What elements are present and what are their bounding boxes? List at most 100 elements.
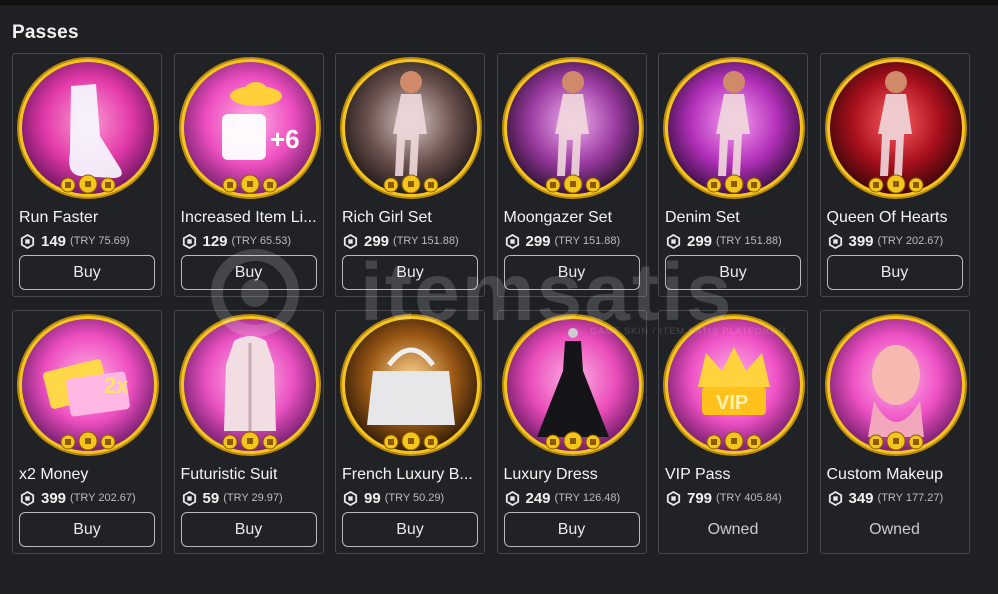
robux-icon-wrap [505,490,520,506]
buy-button[interactable]: Buy [19,512,155,547]
robux-icon-wrap [505,233,520,249]
pass-card[interactable]: Luxury Dress 249 (TRY 126.48) Buy [496,310,647,554]
svg-text:VIP: VIP [716,392,748,414]
pass-thumbnail[interactable] [339,313,483,457]
pass-name[interactable]: Custom Makeup [827,466,965,484]
robux-icon-wrap [666,233,681,249]
pass-card[interactable]: Rich Girl Set 299 (TRY 151.88) Buy [335,53,485,297]
buy-button[interactable]: Buy [342,512,478,547]
local-currency-price: (TRY 65.53) [231,235,292,247]
pass-name[interactable]: Moongazer Set [504,209,642,227]
pass-thumbnail[interactable]: +6 [178,56,322,200]
pass-name[interactable]: Increased Item Li... [181,209,319,227]
pass-name[interactable]: Futuristic Suit [181,466,319,484]
pass-card[interactable]: French Luxury B... 99 (TRY 50.29) Buy [335,310,485,554]
robux-icon [182,490,196,506]
robux-icon-wrap [666,490,681,506]
pass-name[interactable]: VIP Pass [665,466,803,484]
pass-thumbnail[interactable]: 2x [16,313,160,457]
robux-amount: 349 [848,489,874,507]
robux-amount: 149 [41,232,67,250]
local-currency-price: (TRY 202.67) [70,492,136,504]
pass-card[interactable]: Denim Set 299 (TRY 151.88) Buy [658,53,808,297]
pass-card[interactable]: VIP VIP Pass 799 (TRY 405.84) Owned [658,310,808,554]
pass-price: 299 (TRY 151.88) [666,232,782,250]
pass-price: 399 (TRY 202.67) [828,232,944,250]
vip-crown-icon: VIP [663,314,805,456]
pass-thumbnail[interactable] [178,313,322,457]
robux-icon-wrap [20,233,35,249]
robux-icon-wrap [182,233,197,249]
avatar-outfit-icon [663,57,805,199]
local-currency-price: (TRY 151.88) [554,235,621,247]
local-currency-price: (TRY 151.88) [716,235,782,247]
buy-button[interactable]: Buy [342,255,478,290]
buy-button[interactable]: Buy [180,512,317,547]
pass-thumbnail[interactable] [662,56,806,200]
pass-thumbnail[interactable] [824,313,968,457]
pass-name[interactable]: Run Faster [19,209,157,227]
robux-amount: 59 [202,489,220,507]
avatar-outfit-icon [501,57,644,199]
robux-icon [343,490,358,506]
robux-amount: 129 [202,232,228,250]
robux-icon [505,490,519,506]
local-currency-price: (TRY 50.29) [384,492,445,504]
buy-button[interactable]: Buy [180,255,317,290]
local-currency-price: (TRY 202.67) [877,235,944,247]
pass-thumbnail[interactable] [824,56,968,200]
local-currency-price: (TRY 75.69) [70,235,130,247]
buy-button[interactable]: Buy [826,255,963,290]
pass-card[interactable]: +6 Increased Item Li... 129 (TRY 65.53) Buy [173,53,324,297]
money-icon: 2x [17,314,159,456]
buy-button[interactable]: Buy [19,255,155,290]
local-currency-price: (TRY 177.27) [877,492,944,504]
pass-name[interactable]: Queen Of Hearts [827,209,965,227]
pass-name[interactable]: Rich Girl Set [342,209,480,227]
robux-amount: 99 [364,489,381,507]
robux-icon-wrap [20,490,35,506]
suit-icon [178,314,321,456]
pass-card[interactable]: Custom Makeup 349 (TRY 177.27) Owned [819,310,970,554]
pass-name[interactable]: Denim Set [665,209,803,227]
pass-price: 149 (TRY 75.69) [20,232,130,250]
pass-card[interactable]: Futuristic Suit 59 (TRY 29.97) Buy [173,310,324,554]
pass-thumbnail[interactable] [16,56,160,200]
pass-name[interactable]: x2 Money [19,466,157,484]
svg-text:2x: 2x [104,373,129,398]
pass-name[interactable]: French Luxury B... [342,466,480,484]
pass-thumbnail[interactable]: VIP [662,313,806,457]
pass-card[interactable]: Queen Of Hearts 399 (TRY 202.67) Buy [819,53,970,297]
robux-icon [182,233,196,249]
owned-status: Owned [869,520,920,538]
pass-card[interactable]: Run Faster 149 (TRY 75.69) Buy [12,53,162,297]
pass-card[interactable]: Moongazer Set 299 (TRY 151.88) Buy [496,53,647,297]
robux-icon [828,490,842,506]
owned-status: Owned [707,520,759,538]
robux-amount: 399 [848,232,874,250]
robux-icon-wrap [828,490,843,506]
avatar-outfit-icon [340,57,482,199]
robux-icon [343,233,358,249]
pass-thumbnail[interactable] [501,313,645,457]
pass-thumbnail[interactable] [339,56,483,200]
robux-icon-wrap [343,490,358,506]
robux-amount: 299 [364,232,390,250]
pass-price: 399 (TRY 202.67) [20,489,136,507]
handbag-icon [340,314,482,456]
local-currency-price: (TRY 126.48) [554,492,621,504]
pass-thumbnail[interactable] [501,56,645,200]
pass-card[interactable]: 2x x2 Money 399 (TRY 202.67) Buy [12,310,162,554]
buy-button[interactable]: Buy [665,255,801,290]
pass-price: 349 (TRY 177.27) [828,489,944,507]
robux-icon [20,490,35,506]
buy-button[interactable]: Buy [503,512,640,547]
robux-icon [505,233,519,249]
local-currency-price: (TRY 29.97) [223,492,283,504]
local-currency-price: (TRY 151.88) [393,235,459,247]
passes-grid: Run Faster 149 (TRY 75.69) Buy +6 Increased I… [12,53,970,554]
pass-name[interactable]: Luxury Dress [504,466,642,484]
pass-price: 99 (TRY 50.29) [343,489,444,507]
pass-price: 59 (TRY 29.97) [182,489,283,507]
buy-button[interactable]: Buy [503,255,640,290]
